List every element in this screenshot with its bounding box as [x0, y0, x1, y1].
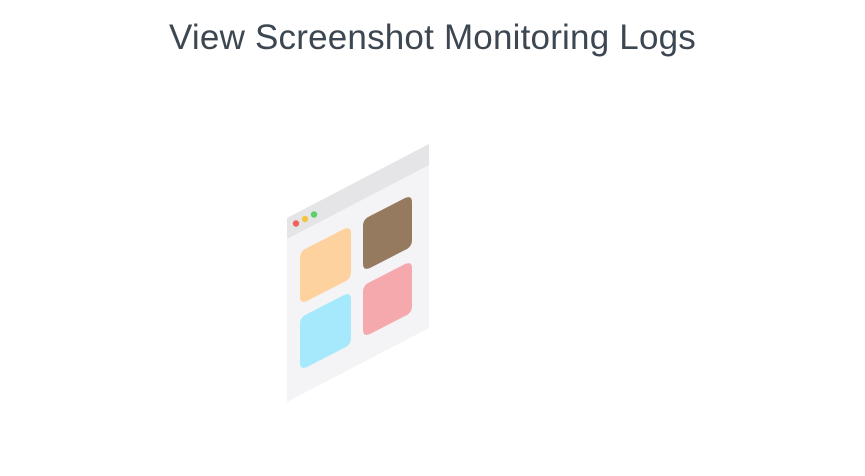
maximize-dot-icon [310, 211, 318, 218]
screenshot-window-icon [287, 144, 429, 402]
minimize-dot-icon [301, 215, 309, 223]
close-dot-icon [292, 220, 300, 227]
monitoring-logs-page: View Screenshot Monitoring Logs [0, 0, 865, 476]
